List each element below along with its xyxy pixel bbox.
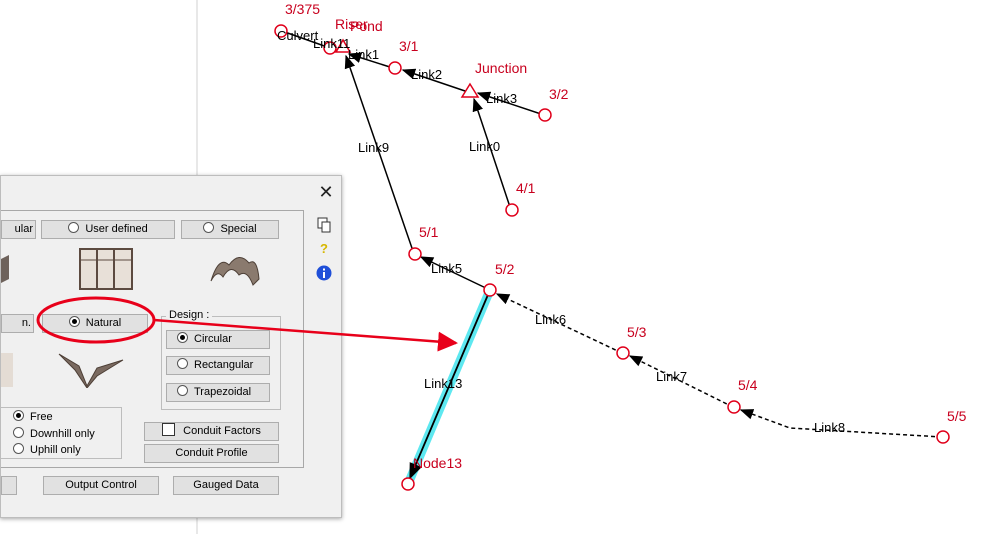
annotation-ellipse <box>36 296 156 344</box>
annotation-arrow <box>153 318 458 352</box>
annotation-overlay <box>36 296 458 352</box>
